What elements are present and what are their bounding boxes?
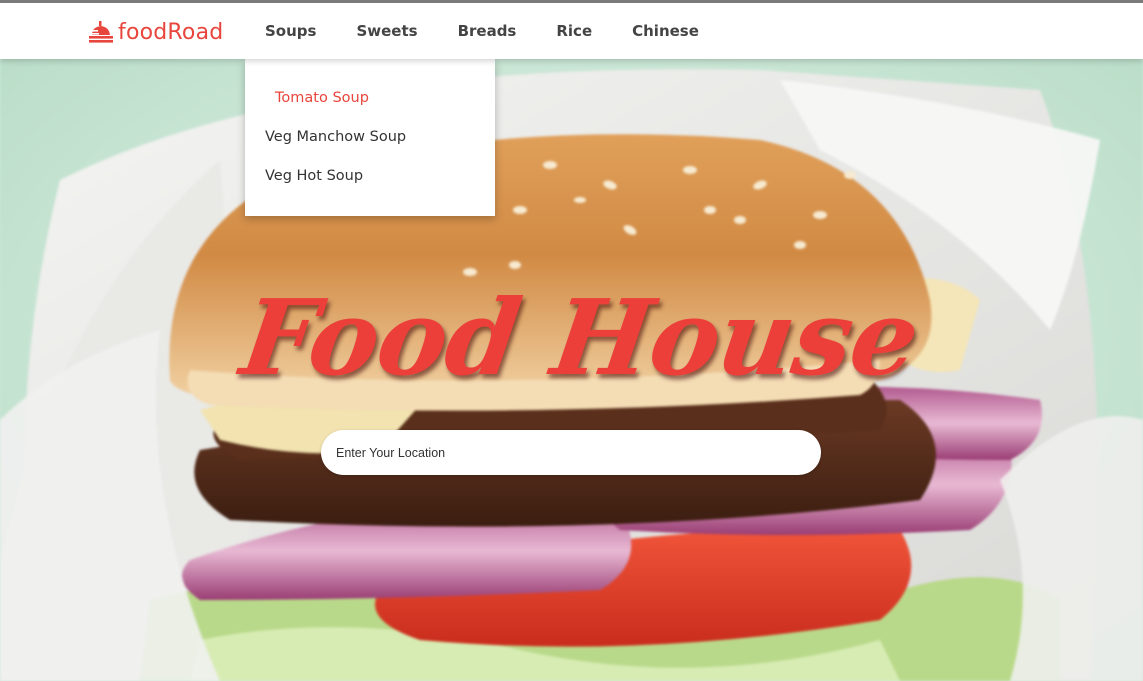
- location-input[interactable]: [321, 430, 821, 475]
- brand-name: foodRoad: [118, 19, 224, 45]
- cloche-icon: [89, 20, 113, 44]
- location-search: [321, 430, 821, 475]
- nav-item-rice[interactable]: Rice: [556, 3, 592, 59]
- nav-item-sweets[interactable]: Sweets: [356, 3, 417, 59]
- dropdown-item-tomato-soup[interactable]: Tomato Soup: [245, 87, 495, 126]
- hero-title: Food House: [234, 275, 926, 399]
- brand-logo[interactable]: foodRoad: [89, 17, 223, 47]
- dropdown-item-veg-manchow-soup[interactable]: Veg Manchow Soup: [245, 126, 495, 165]
- hero-title-wrap: Food House: [234, 262, 925, 412]
- nav-item-soups[interactable]: Soups: [265, 3, 316, 59]
- top-navbar: foodRoad Soups Sweets Breads Rice Chines…: [0, 0, 1143, 59]
- soups-dropdown-menu: Tomato Soup Veg Manchow Soup Veg Hot Sou…: [245, 59, 495, 216]
- nav-item-chinese[interactable]: Chinese: [632, 3, 699, 59]
- nav-item-breads[interactable]: Breads: [458, 3, 517, 59]
- main-nav: Soups Sweets Breads Rice Chinese: [265, 3, 739, 59]
- dropdown-item-veg-hot-soup[interactable]: Veg Hot Soup: [245, 165, 495, 204]
